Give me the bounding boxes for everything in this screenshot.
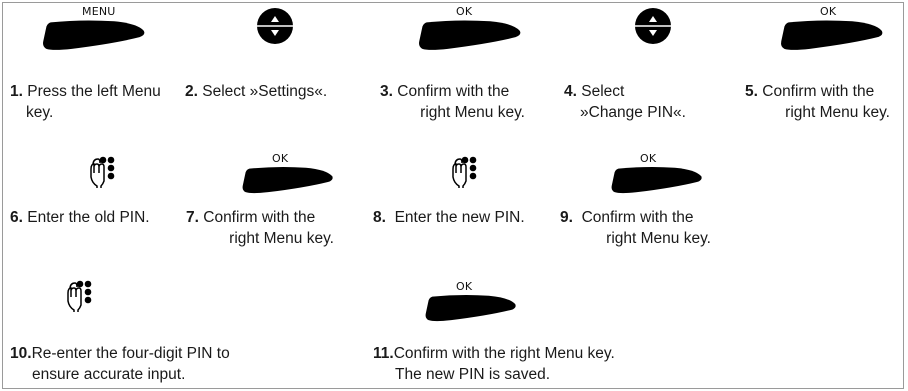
step-number: 1. (10, 83, 23, 100)
step-number: 8. (373, 209, 386, 226)
step-5: 5. Confirm with the right Menu key. (745, 81, 890, 123)
step-number: 9. (560, 209, 573, 226)
step-1: 1. Press the left Menu key. (10, 81, 180, 123)
step-text: key. (26, 104, 54, 121)
step-text: right Menu key. (420, 104, 525, 121)
step-3: 3. Confirm with the right Menu key. (380, 81, 525, 123)
step-text: The new PIN is saved. (395, 366, 551, 383)
right-softkey-icon (242, 166, 333, 194)
step-text: Confirm with the (397, 83, 510, 100)
step-text: Confirm with the (203, 209, 316, 226)
step-text: Confirm with the right Menu key. (393, 345, 615, 362)
step-text: Select (581, 83, 625, 100)
step-2: 2. Select »Settings«. (185, 81, 360, 102)
navigation-key-icon (634, 7, 672, 45)
step-text: Press the left Menu (27, 83, 161, 100)
step-number: 7. (186, 209, 199, 226)
step-text: right Menu key. (606, 230, 711, 247)
keypad-hand-icon (452, 155, 478, 189)
step-text: right Menu key. (785, 104, 890, 121)
step-number: 6. (10, 209, 23, 226)
step-9: 9. Confirm with the right Menu key. (560, 207, 711, 249)
left-softkey-icon (43, 20, 145, 50)
step-number: 3. (380, 83, 393, 100)
step-6: 6. Enter the old PIN. (10, 207, 180, 228)
step-text: Re-enter the four-digit PIN to (31, 345, 230, 362)
step-number: 10. (10, 345, 32, 362)
step-text: right Menu key. (229, 230, 334, 247)
keypad-hand-icon (90, 155, 116, 189)
right-softkey-icon (419, 20, 521, 50)
step-4: 4. Select »Change PIN«. (564, 81, 714, 123)
step-number: 4. (564, 83, 577, 100)
step-10: 10.Re-enter the four-digit PIN to ensure… (10, 343, 330, 385)
step-text: »Change PIN«. (580, 104, 686, 121)
step-number: 5. (745, 83, 758, 100)
navigation-key-icon (256, 7, 294, 45)
instruction-panel (2, 2, 904, 389)
step-text: Enter the old PIN. (27, 209, 150, 226)
step-number: 11. (373, 345, 394, 362)
step-text: Select »Settings«. (202, 83, 328, 100)
step-7: 7. Confirm with the right Menu key. (186, 207, 334, 249)
right-softkey-icon (611, 166, 702, 194)
step-text: Confirm with the (581, 209, 694, 226)
step-8: 8. Enter the new PIN. (373, 207, 553, 228)
right-softkey-icon (781, 20, 883, 50)
step-number: 2. (185, 83, 198, 100)
step-text: Confirm with the (762, 83, 875, 100)
keypad-hand-icon (67, 279, 93, 313)
step-text: Enter the new PIN. (394, 209, 525, 226)
step-text: ensure accurate input. (32, 366, 186, 383)
step-11: 11.Confirm with the right Menu key. The … (373, 343, 703, 385)
right-softkey-icon (425, 294, 516, 322)
